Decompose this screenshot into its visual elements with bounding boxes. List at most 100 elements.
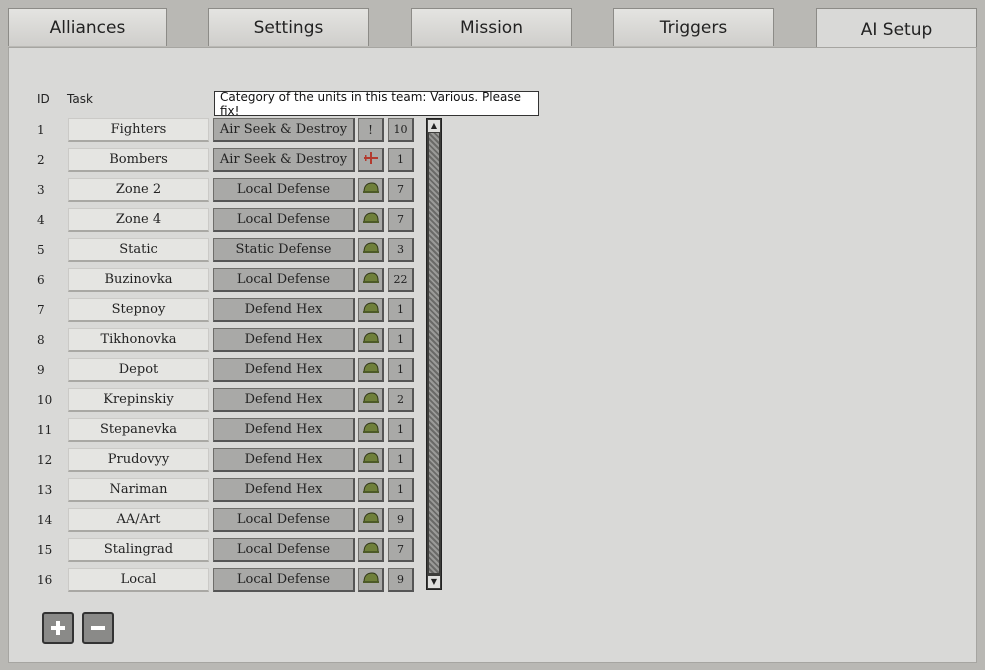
category-button[interactable] [358, 448, 384, 472]
unit-count-button[interactable]: 1 [388, 298, 414, 322]
tab-mission[interactable]: Mission [411, 8, 572, 46]
row-id: 2 [37, 153, 45, 167]
helmet-icon [362, 571, 380, 588]
order-button[interactable]: Local Defense [213, 538, 355, 562]
tab-label: AI Setup [860, 19, 933, 40]
scroll-up-icon[interactable]: ▲ [428, 120, 440, 132]
table-row: 14 AA/Art Local Defense 9 [0, 506, 440, 534]
task-name-field[interactable]: Stepanevka [68, 418, 209, 442]
task-name-field[interactable]: Depot [68, 358, 209, 382]
table-row: 13 Nariman Defend Hex 1 [0, 476, 440, 504]
team-list-scrollbar[interactable]: ▲ ▼ [426, 118, 442, 590]
helmet-icon [362, 331, 380, 348]
category-button[interactable] [358, 508, 384, 532]
row-id: 3 [37, 183, 45, 197]
task-name-field[interactable]: Nariman [68, 478, 209, 502]
row-id: 10 [37, 393, 53, 407]
unit-count-button[interactable]: 1 [388, 478, 414, 502]
remove-team-button[interactable] [82, 612, 114, 644]
unit-count-button[interactable]: 3 [388, 238, 414, 262]
row-id: 13 [37, 483, 53, 497]
tab-label: Triggers [659, 17, 728, 38]
unit-count-button[interactable]: 9 [388, 568, 414, 592]
task-name-field[interactable]: Fighters [68, 118, 209, 142]
task-name-field[interactable]: Stalingrad [68, 538, 209, 562]
order-button[interactable]: Defend Hex [213, 388, 355, 412]
unit-count-button[interactable]: 7 [388, 208, 414, 232]
helmet-icon [362, 541, 380, 558]
unit-count-button[interactable]: 1 [388, 358, 414, 382]
category-button[interactable] [358, 178, 384, 202]
task-name-field[interactable]: Zone 2 [68, 178, 209, 202]
category-button[interactable] [358, 358, 384, 382]
category-button[interactable] [358, 268, 384, 292]
task-name-field[interactable]: Bombers [68, 148, 209, 172]
unit-count-button[interactable]: 7 [388, 538, 414, 562]
category-button[interactable] [358, 298, 384, 322]
unit-count-button[interactable]: 9 [388, 508, 414, 532]
order-button[interactable]: Air Seek & Destroy [213, 148, 355, 172]
task-name-field[interactable]: Stepnoy [68, 298, 209, 322]
scroll-down-icon[interactable]: ▼ [428, 576, 440, 588]
task-name-field[interactable]: Local [68, 568, 209, 592]
tab-alliances[interactable]: Alliances [8, 8, 167, 46]
row-id: 5 [37, 243, 45, 257]
unit-count-button[interactable]: 1 [388, 328, 414, 352]
category-button[interactable]: ! [358, 118, 384, 142]
row-id: 16 [37, 573, 53, 587]
row-id: 4 [37, 213, 45, 227]
tab-label: Settings [253, 17, 324, 38]
category-tooltip: Category of the units in this team: Vari… [214, 90, 539, 118]
scrollbar-track[interactable] [429, 133, 439, 573]
helmet-icon [362, 301, 380, 318]
order-button[interactable]: Local Defense [213, 508, 355, 532]
unit-count-button[interactable]: 7 [388, 178, 414, 202]
order-button[interactable]: Air Seek & Destroy [213, 118, 355, 142]
row-id: 11 [37, 423, 53, 437]
tab-ai-setup[interactable]: AI Setup [816, 8, 977, 50]
order-button[interactable]: Defend Hex [213, 298, 355, 322]
order-button[interactable]: Defend Hex [213, 418, 355, 442]
unit-count-button[interactable]: 1 [388, 448, 414, 472]
task-name-field[interactable]: Krepinskiy [68, 388, 209, 412]
task-name-field[interactable]: Buzinovka [68, 268, 209, 292]
category-button[interactable] [358, 238, 384, 262]
order-button[interactable]: Defend Hex [213, 448, 355, 472]
task-name-field[interactable]: AA/Art [68, 508, 209, 532]
category-button[interactable] [358, 478, 384, 502]
add-team-button[interactable] [42, 612, 74, 644]
category-button[interactable] [358, 568, 384, 592]
unit-count-button[interactable]: 22 [388, 268, 414, 292]
order-button[interactable]: Local Defense [213, 208, 355, 232]
tab-label: Mission [459, 17, 523, 38]
order-button[interactable]: Local Defense [213, 178, 355, 202]
helmet-icon [362, 271, 380, 288]
task-name-field[interactable]: Tikhonovka [68, 328, 209, 352]
table-row: 5 Static Static Defense 3 [0, 236, 440, 264]
order-button[interactable]: Static Defense [213, 238, 355, 262]
unit-count-button[interactable]: 1 [388, 148, 414, 172]
order-button[interactable]: Defend Hex [213, 358, 355, 382]
tab-settings[interactable]: Settings [208, 8, 369, 46]
task-name-field[interactable]: Static [68, 238, 209, 262]
unit-count-button[interactable]: 1 [388, 418, 414, 442]
row-id: 6 [37, 273, 45, 287]
order-button[interactable]: Defend Hex [213, 328, 355, 352]
row-id: 14 [37, 513, 53, 527]
category-button[interactable] [358, 208, 384, 232]
order-button[interactable]: Local Defense [213, 268, 355, 292]
task-name-field[interactable]: Prudovyy [68, 448, 209, 472]
warning-mark: ! [368, 122, 373, 137]
task-name-field[interactable]: Zone 4 [68, 208, 209, 232]
unit-count-button[interactable]: 2 [388, 388, 414, 412]
category-button[interactable] [358, 418, 384, 442]
tab-triggers[interactable]: Triggers [613, 8, 774, 46]
order-button[interactable]: Defend Hex [213, 478, 355, 502]
category-button[interactable] [358, 328, 384, 352]
order-button[interactable]: Local Defense [213, 568, 355, 592]
category-button[interactable] [358, 388, 384, 412]
category-button[interactable] [358, 148, 384, 172]
category-button[interactable] [358, 538, 384, 562]
unit-count-button[interactable]: 10 [388, 118, 414, 142]
row-id: 12 [37, 453, 53, 467]
